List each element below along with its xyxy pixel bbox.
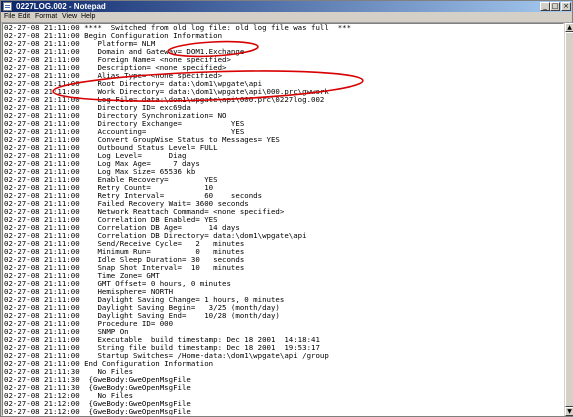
text-editor-area[interactable]: 02-27-08 21:11:00 **** Switched from old… (2, 23, 564, 416)
menu-view[interactable]: View (62, 12, 77, 22)
minimize-button[interactable]: _ (540, 2, 550, 11)
window-title: 0227LOG.002 - Notepad (16, 2, 106, 11)
scroll-up-arrow-icon[interactable]: ▲ (565, 23, 573, 32)
menu-edit[interactable]: Edit (18, 12, 30, 22)
maximize-button[interactable]: □ (550, 2, 560, 11)
scroll-thumb[interactable] (565, 32, 573, 407)
title-bar[interactable]: 0227LOG.002 - Notepad _ □ × (1, 1, 572, 12)
close-button[interactable]: × (561, 2, 571, 11)
log-text: 02-27-08 21:11:00 **** Switched from old… (4, 24, 351, 415)
scroll-down-arrow-icon[interactable]: ▼ (565, 407, 573, 416)
notepad-app-icon[interactable] (3, 2, 12, 11)
menu-format[interactable]: Format (35, 12, 57, 22)
menu-file[interactable]: File (4, 12, 15, 22)
menu-help[interactable]: Help (81, 12, 95, 22)
menu-bar: File Edit Format View Help (1, 12, 572, 23)
vertical-scrollbar[interactable]: ▲ ▼ (564, 23, 573, 416)
notepad-window: 0227LOG.002 - Notepad _ □ × File Edit Fo… (0, 0, 573, 417)
